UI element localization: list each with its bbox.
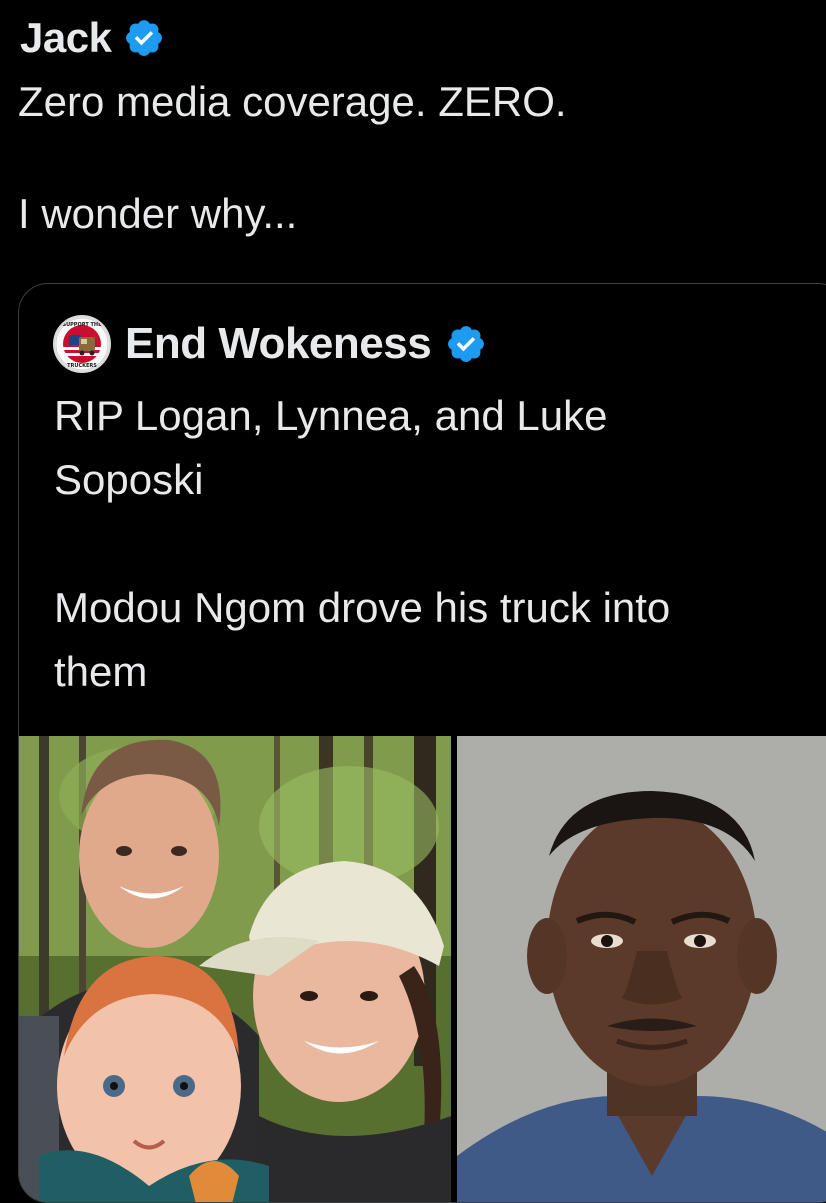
- verified-badge-icon: [448, 326, 485, 362]
- avatar-image: SUPPORT THE TRUCKERS: [55, 317, 109, 371]
- tweet-header: Jack: [20, 8, 165, 68]
- quoted-author-name[interactable]: End Wokeness: [125, 319, 432, 369]
- tweet-text: Zero media coverage. ZERO. I wonder why.…: [18, 78, 567, 237]
- avatar[interactable]: SUPPORT THE TRUCKERS: [53, 315, 111, 373]
- mugshot-photo[interactable]: [457, 736, 826, 1202]
- svg-text:TRUCKERS: TRUCKERS: [67, 363, 97, 369]
- quoted-tweet-text: RIP Logan, Lynnea, and Luke Soposki Modo…: [54, 392, 671, 695]
- quoted-tweet-header: SUPPORT THE TRUCKERS End Wokeness: [53, 314, 487, 374]
- author-name[interactable]: Jack: [20, 8, 112, 68]
- family-photo[interactable]: [19, 736, 451, 1202]
- family-photo-image: [19, 736, 451, 1202]
- tweet: Jack Zero media coverage. ZERO. I wonder…: [0, 0, 826, 1203]
- quoted-tweet-media: [19, 736, 826, 1202]
- verified-badge-icon: [126, 20, 163, 56]
- mugshot-photo-image: [457, 736, 826, 1202]
- quoted-tweet[interactable]: SUPPORT THE TRUCKERS End Wokeness RIP Lo…: [18, 283, 826, 1203]
- avatar-lettering: SUPPORT THE: [62, 322, 102, 328]
